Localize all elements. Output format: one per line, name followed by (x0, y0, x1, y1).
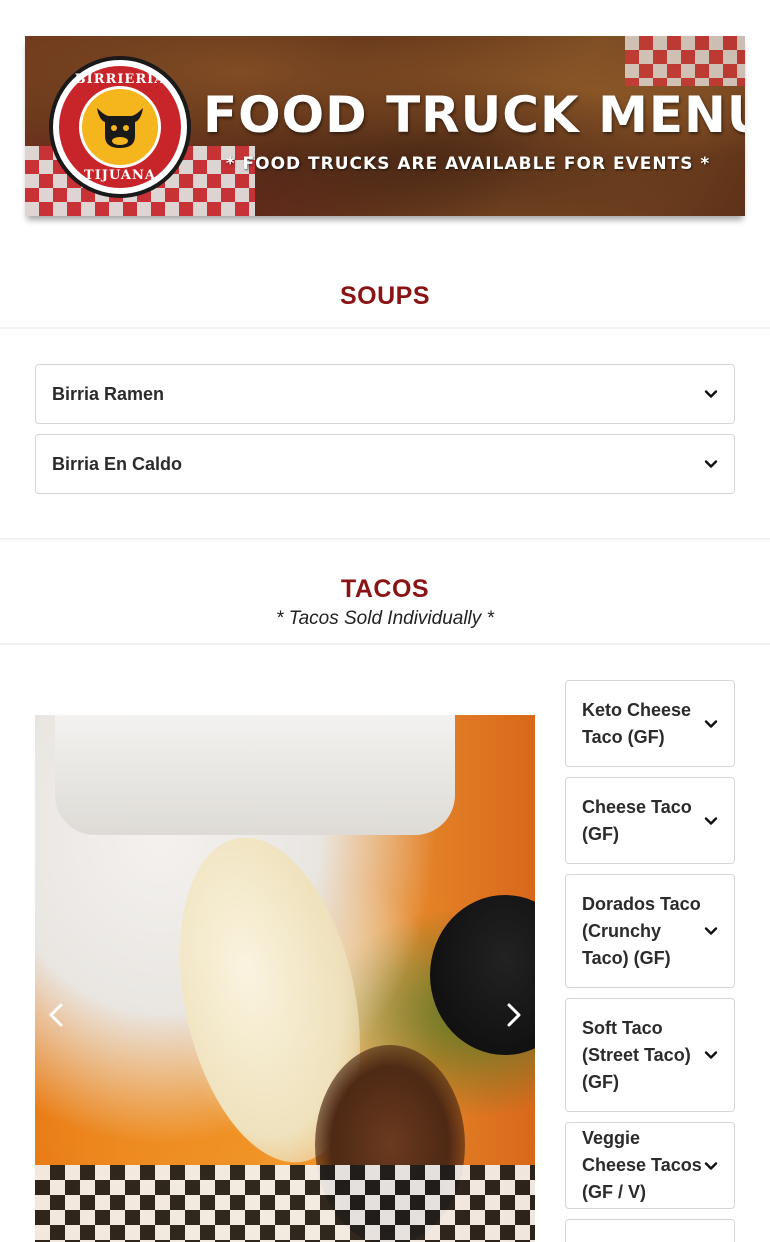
accordion-keto-cheese-taco[interactable]: Keto Cheese Taco (GF) (565, 680, 735, 767)
lime-bowl-image-part (430, 895, 535, 1055)
chevron-down-icon (704, 387, 718, 401)
banner-subtitle: * FOOD TRUCKS ARE AVAILABLE FOR EVENTS * (225, 154, 711, 174)
soups-section-header: SOUPS (0, 282, 770, 311)
tacos-section-header: TACOS * Tacos Sold Individually * (0, 575, 770, 630)
banner-title: FOOD TRUCK MENU (203, 86, 745, 144)
accordion-label: Cheese Taco (GF) (582, 796, 692, 844)
salsa-cup-image-part (55, 715, 455, 835)
accordion-label: Keto Cheese Taco (GF) (582, 699, 692, 747)
chevron-down-icon (704, 717, 718, 731)
chevron-down-icon (704, 1159, 718, 1173)
accordion-birria-en-caldo[interactable]: Birria En Caldo (35, 434, 735, 494)
accordion-partial-next-item[interactable] (565, 1219, 735, 1242)
section-separator (0, 538, 770, 542)
accordion-veggie-cheese-tacos[interactable]: Veggie Cheese Tacos (GF / V) (565, 1122, 735, 1209)
soups-title: SOUPS (339, 282, 431, 310)
bull-icon (79, 86, 161, 168)
accordion-soft-taco[interactable]: Soft Taco (Street Taco) (GF) (565, 998, 735, 1112)
chevron-down-icon (704, 457, 718, 471)
carousel-next-button[interactable] (499, 1000, 529, 1030)
chevron-down-icon (704, 814, 718, 828)
accordion-label: Birria Ramen (52, 383, 165, 404)
tacos-subtitle: * Tacos Sold Individually * (276, 608, 494, 629)
accordion-label: Dorados Taco (Crunchy Taco) (GF) (582, 893, 701, 968)
carousel-prev-button[interactable] (41, 1000, 71, 1030)
chevron-right-icon (507, 1003, 521, 1027)
checkered-paper-decoration-right (625, 36, 745, 86)
tacos-title: TACOS (340, 575, 430, 603)
logo-bottom-text: TIJUANA (84, 168, 156, 183)
checkered-paper-image-part (35, 1165, 535, 1242)
accordion-dorados-taco[interactable]: Dorados Taco (Crunchy Taco) (GF) (565, 874, 735, 988)
chevron-down-icon (704, 924, 718, 938)
birrieria-tijuana-logo: BIRRIERIA TIJUANA (49, 56, 191, 198)
accordion-label: Veggie Cheese Tacos (GF / V) (582, 1128, 702, 1202)
taco-photo-carousel[interactable] (35, 715, 535, 1242)
food-truck-menu-banner: BIRRIERIA TIJUANA FOOD TRUCK MENU * FOOD… (25, 36, 745, 216)
section-divider (0, 327, 770, 329)
chevron-down-icon (704, 1048, 718, 1062)
accordion-label: Soft Taco (Street Taco) (GF) (582, 1017, 691, 1092)
chevron-left-icon (49, 1003, 63, 1027)
logo-top-text: BIRRIERIA (74, 72, 166, 87)
accordion-cheese-taco[interactable]: Cheese Taco (GF) (565, 777, 735, 864)
accordion-birria-ramen[interactable]: Birria Ramen (35, 364, 735, 424)
section-divider (0, 643, 770, 645)
accordion-label: Birria En Caldo (52, 453, 183, 474)
